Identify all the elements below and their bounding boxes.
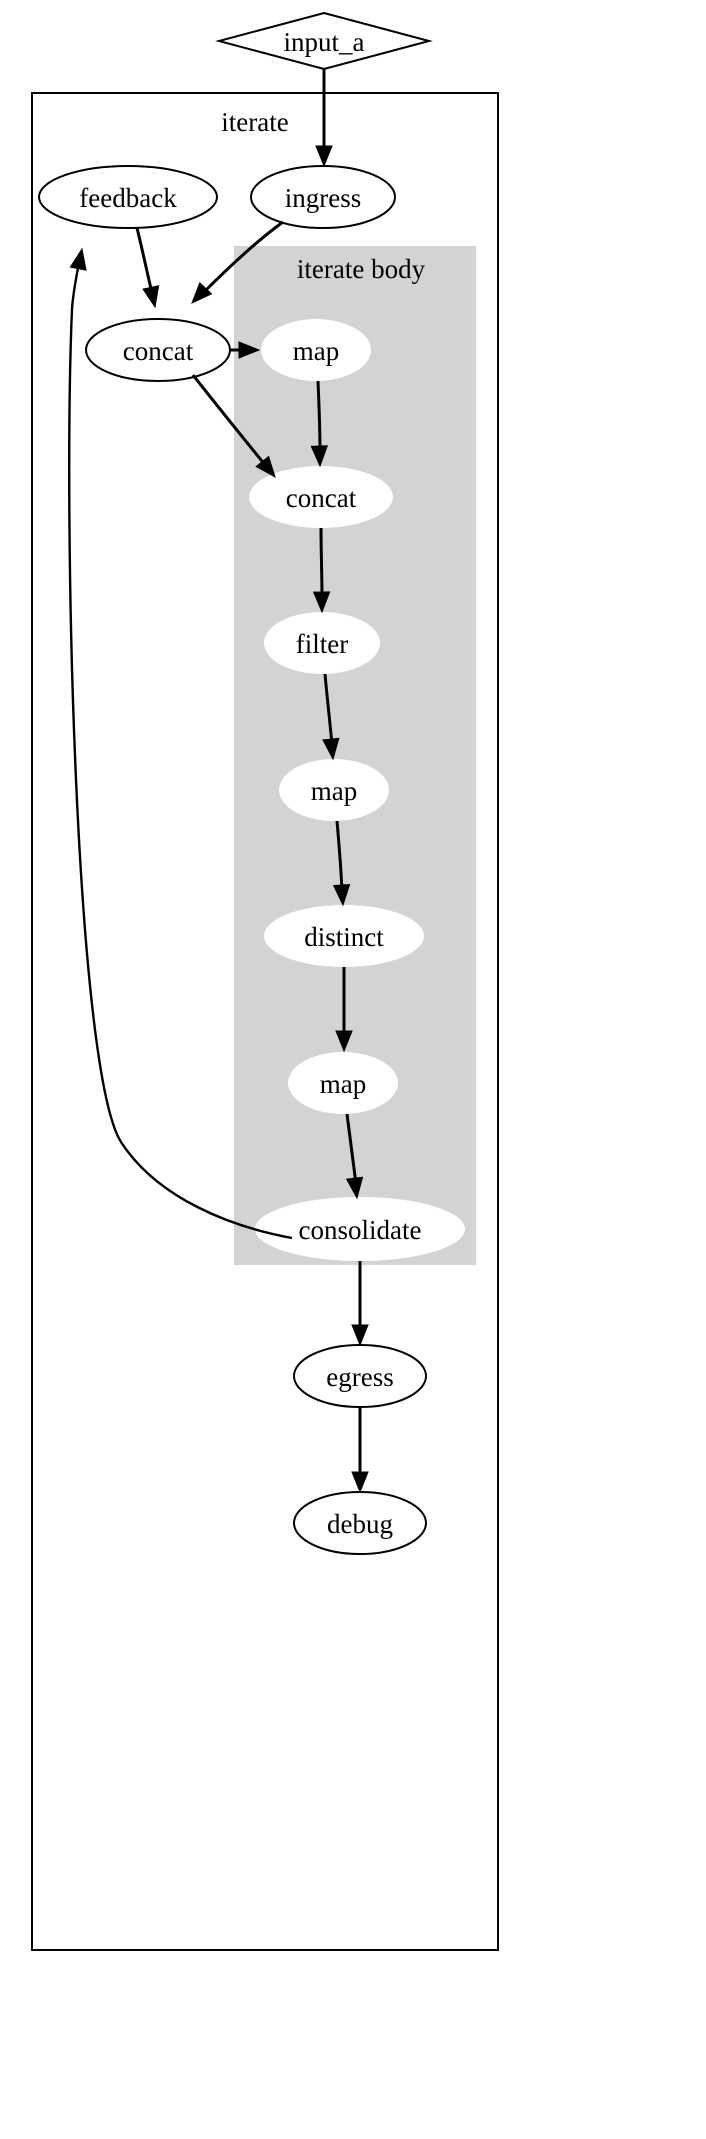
edge-line [135, 227, 154, 294]
arrow-head-icon [351, 1324, 369, 1347]
arrow-head-icon [315, 145, 333, 168]
node-feedback[interactable]: feedback [38, 165, 218, 229]
graph-canvas: iterate body iterate input_aingress feedb… [31, 11, 499, 1951]
cluster-iterate-label: iterate [221, 107, 288, 137]
node-map_1[interactable]: map [261, 319, 371, 381]
node-consolidate[interactable]: consolidate [255, 1197, 465, 1261]
node-map_1-label: map [293, 336, 340, 366]
edge-egress-to-debug [351, 1407, 369, 1494]
node-filter[interactable]: filter [264, 612, 380, 674]
node-concat_inner[interactable]: concat [249, 466, 393, 528]
node-input_a[interactable]: input_a [215, 11, 433, 71]
node-filter-label: filter [296, 629, 348, 659]
node-map_3[interactable]: map [288, 1052, 398, 1114]
node-egress-label: egress [326, 1362, 393, 1392]
edge-feedback-to-concat_outer [135, 227, 160, 309]
node-distinct[interactable]: distinct [264, 905, 424, 967]
arrow-head-icon [351, 1471, 369, 1494]
node-input_a-label: input_a [284, 27, 365, 57]
arrow-head-icon [69, 247, 87, 271]
node-consolidate-label: consolidate [299, 1215, 422, 1245]
node-concat_outer-label: concat [123, 336, 194, 366]
node-concat_inner-label: concat [286, 483, 357, 513]
edge-consolidate-to-egress [351, 1261, 369, 1347]
arrow-head-icon [142, 285, 160, 309]
node-concat_outer[interactable]: concat [85, 318, 231, 382]
node-map_3-label: map [320, 1069, 367, 1099]
node-debug[interactable]: debug [293, 1491, 427, 1555]
node-feedback-label: feedback [79, 183, 177, 213]
edge-input_a-to-ingress [315, 69, 333, 168]
dataflow-diagram: iterate body iterate input_aingress feedb… [0, 0, 706, 2139]
node-map_2[interactable]: map [279, 759, 389, 821]
node-egress[interactable]: egress [293, 1344, 427, 1408]
node-ingress-label: ingress [285, 183, 362, 213]
node-ingress[interactable]: ingress [250, 165, 396, 229]
node-debug-label: debug [327, 1509, 393, 1539]
cluster-iterate-body-label: iterate body [297, 254, 426, 284]
edge-line [319, 527, 324, 599]
node-map_2-label: map [311, 776, 358, 806]
node-distinct-label: distinct [304, 922, 384, 952]
